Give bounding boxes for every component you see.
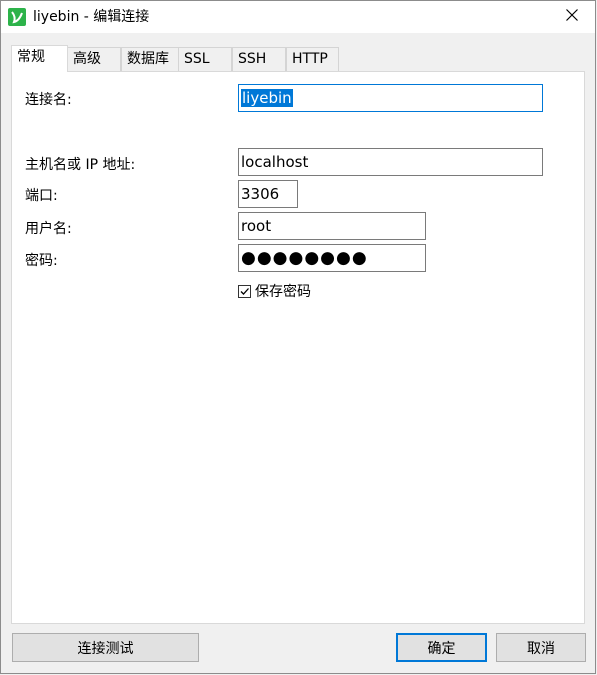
- tab-databases[interactable]: 数据库: [121, 47, 179, 71]
- connection-name-label: 连接名:: [25, 92, 72, 108]
- tab-ssh[interactable]: SSH: [232, 47, 286, 71]
- host-label: 主机名或 IP 地址:: [25, 157, 136, 173]
- save-password-row[interactable]: 保存密码: [238, 282, 311, 300]
- password-value: ●●●●●●●●: [241, 248, 368, 268]
- password-label: 密码:: [25, 253, 58, 269]
- close-icon: [566, 9, 578, 25]
- tab-ssl[interactable]: SSL: [178, 47, 232, 71]
- ok-button[interactable]: 确定: [396, 633, 487, 662]
- port-input[interactable]: 3306: [238, 180, 298, 208]
- edit-connection-dialog: liyebin - 编辑连接 常规 高级 数据库 SSL SSH HTTP 连接…: [0, 0, 596, 674]
- cancel-button[interactable]: 取消: [496, 633, 586, 662]
- host-input[interactable]: localhost: [238, 148, 543, 176]
- title-bar: liyebin - 编辑连接: [1, 1, 595, 33]
- tab-general[interactable]: 常规: [11, 45, 68, 72]
- navicat-icon: [8, 8, 26, 26]
- save-password-checkbox[interactable]: [238, 284, 251, 298]
- window-title: liyebin - 编辑连接: [33, 9, 150, 25]
- general-panel: 连接名: liyebin 主机名或 IP 地址: localhost 端口: 3…: [11, 71, 585, 624]
- connection-name-value: liyebin: [241, 89, 293, 107]
- save-password-label: 保存密码: [255, 284, 311, 300]
- user-label: 用户名:: [25, 221, 72, 237]
- connection-name-input[interactable]: liyebin: [238, 84, 543, 112]
- user-input[interactable]: root: [238, 212, 426, 240]
- password-input[interactable]: ●●●●●●●●: [238, 244, 426, 272]
- tab-advanced[interactable]: 高级: [67, 47, 121, 71]
- checkmark-icon: [240, 287, 249, 295]
- port-label: 端口:: [25, 188, 58, 204]
- tab-http[interactable]: HTTP: [286, 47, 339, 71]
- close-button[interactable]: [549, 1, 595, 33]
- test-connection-button[interactable]: 连接测试: [12, 633, 199, 662]
